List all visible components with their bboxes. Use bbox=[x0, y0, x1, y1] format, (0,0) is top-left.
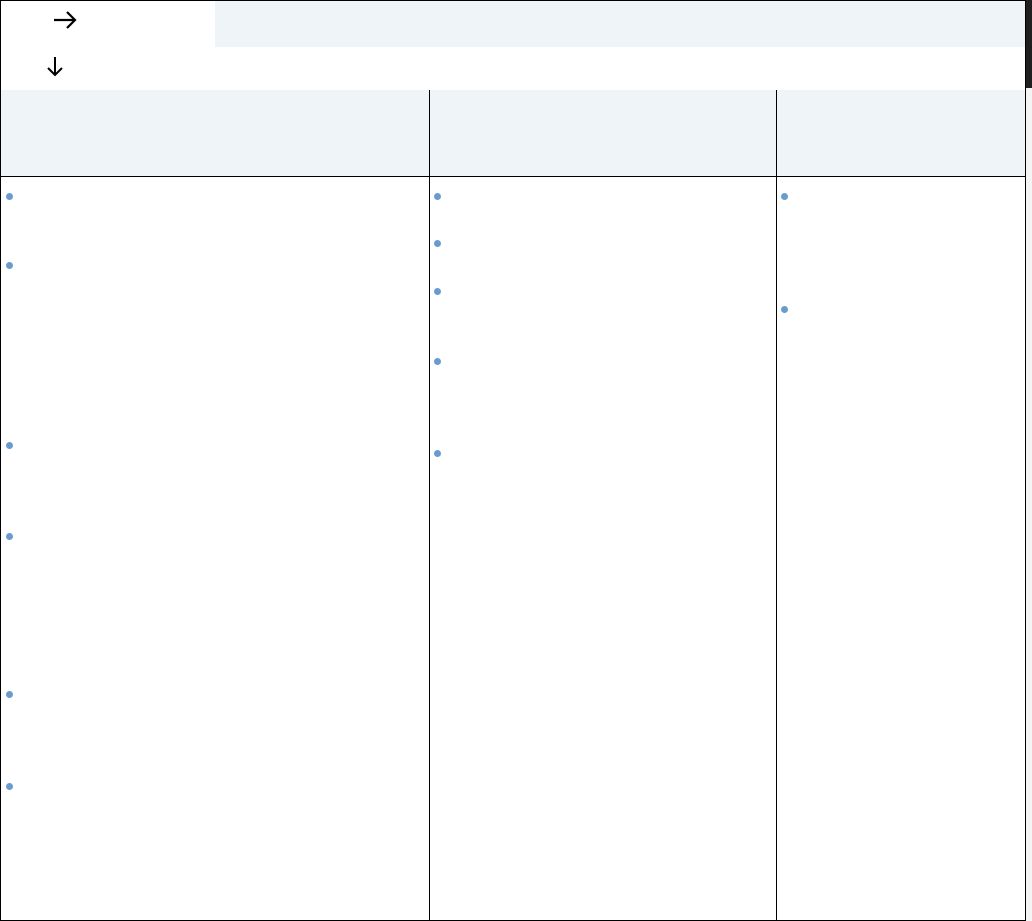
bullet-icon bbox=[6, 262, 13, 269]
column-header-row bbox=[0, 90, 1026, 177]
column-header-1 bbox=[1, 90, 429, 176]
header-cell-forward[interactable] bbox=[1, 1, 215, 47]
bullet-icon bbox=[434, 240, 441, 247]
scrollbar-track[interactable] bbox=[1026, 0, 1032, 921]
column-header-3 bbox=[776, 90, 1025, 176]
bullet-icon bbox=[6, 783, 13, 790]
column-body-1 bbox=[1, 176, 429, 920]
bullet-icon bbox=[6, 193, 13, 200]
scrollbar-thumb[interactable] bbox=[1026, 0, 1032, 88]
bullet-icon bbox=[434, 450, 441, 457]
column-body-2 bbox=[429, 176, 776, 920]
table-body bbox=[0, 176, 1026, 921]
header-row-second[interactable] bbox=[0, 47, 1026, 91]
bullet-icon bbox=[434, 193, 441, 200]
arrow-right-icon bbox=[54, 11, 77, 29]
arrow-down-icon bbox=[47, 57, 63, 77]
header-cell-title bbox=[215, 1, 1025, 47]
header-row-top bbox=[0, 0, 1026, 48]
column-body-3 bbox=[776, 176, 1025, 920]
bullet-icon bbox=[6, 691, 13, 698]
bullet-icon bbox=[6, 533, 13, 540]
bullet-icon bbox=[781, 306, 788, 313]
bullet-icon bbox=[434, 288, 441, 295]
page bbox=[0, 0, 1032, 921]
bullet-icon bbox=[434, 358, 441, 365]
column-header-2 bbox=[429, 90, 776, 176]
bullet-icon bbox=[781, 193, 788, 200]
bullet-icon bbox=[6, 442, 13, 449]
